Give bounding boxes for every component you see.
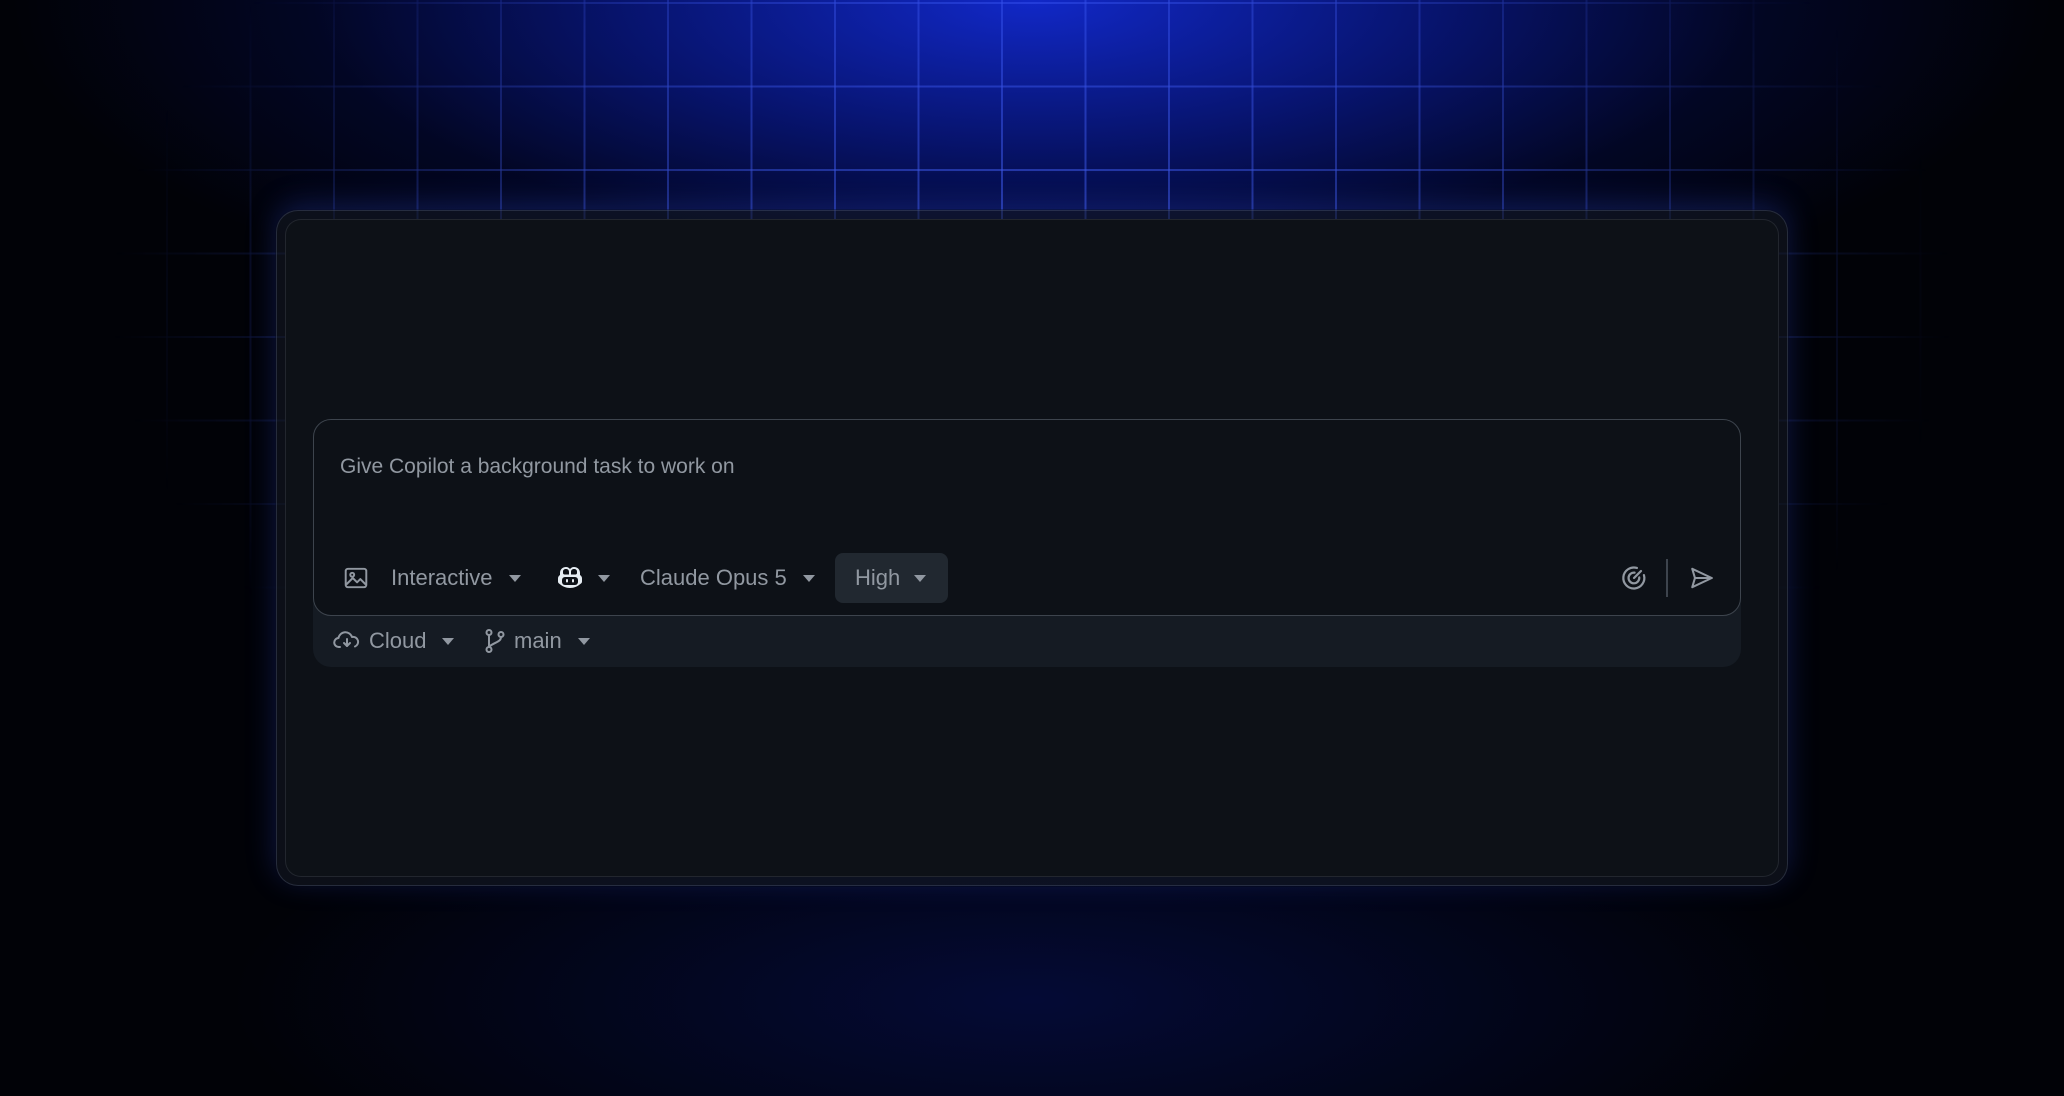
environment-dropdown[interactable]: Cloud bbox=[333, 619, 455, 663]
model-dropdown[interactable]: Claude Opus 5 bbox=[640, 553, 815, 603]
attach-image-button[interactable] bbox=[334, 553, 378, 603]
paper-airplane-icon bbox=[1688, 565, 1716, 591]
task-composer: Interactive bbox=[313, 419, 1741, 667]
image-icon bbox=[343, 565, 369, 591]
target-icon bbox=[1620, 564, 1648, 592]
chevron-down-icon bbox=[914, 574, 927, 582]
branch-dropdown[interactable]: main bbox=[484, 619, 590, 663]
copilot-icon bbox=[556, 565, 584, 591]
effort-label: High bbox=[855, 565, 901, 590]
mode-label: Interactive bbox=[391, 565, 493, 590]
chevron-down-icon bbox=[577, 637, 590, 645]
tasks-button[interactable] bbox=[1612, 553, 1656, 603]
toolbar-divider bbox=[1666, 559, 1668, 597]
chevron-down-icon bbox=[598, 574, 610, 582]
git-branch-icon bbox=[484, 628, 506, 654]
model-label: Claude Opus 5 bbox=[640, 565, 787, 590]
send-button[interactable] bbox=[1680, 553, 1724, 603]
agent-dropdown[interactable] bbox=[556, 553, 610, 603]
composer-footer: Cloud main bbox=[313, 619, 1741, 663]
chevron-down-icon bbox=[442, 637, 455, 645]
environment-label: Cloud bbox=[369, 628, 427, 653]
cloud-icon bbox=[333, 629, 361, 653]
effort-dropdown[interactable]: High bbox=[835, 553, 948, 603]
task-prompt-input[interactable] bbox=[340, 450, 1700, 484]
chevron-down-icon bbox=[802, 574, 815, 582]
branch-label: main bbox=[514, 628, 562, 653]
background: Interactive bbox=[0, 0, 2064, 1096]
composer-input-box: Interactive bbox=[313, 419, 1741, 616]
composer-toolbar: Interactive Claude Opus 5 High bbox=[314, 553, 1740, 603]
mode-dropdown[interactable]: Interactive bbox=[391, 553, 521, 603]
chevron-down-icon bbox=[508, 574, 521, 582]
